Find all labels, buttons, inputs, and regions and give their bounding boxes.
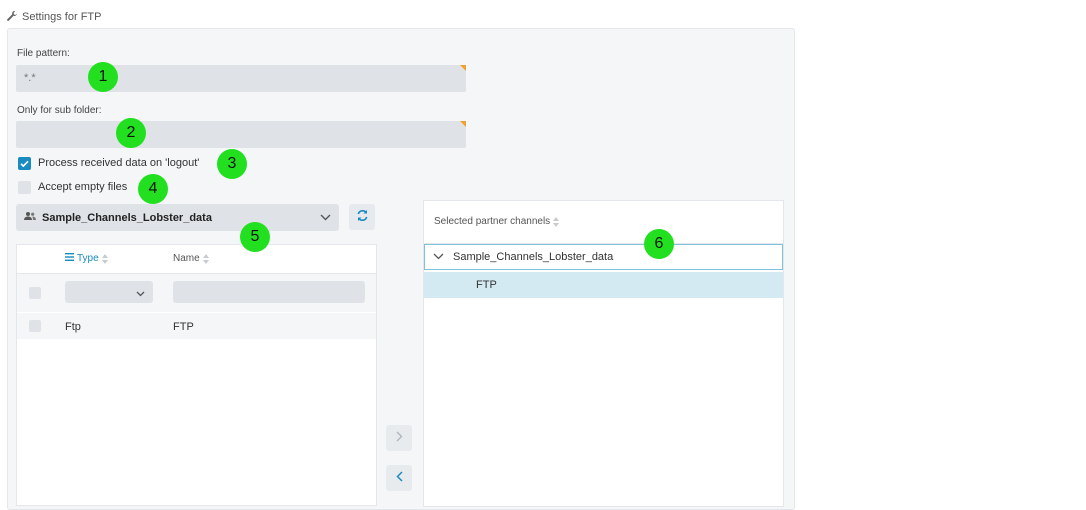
tree-item-row[interactable]: FTP (424, 272, 783, 298)
refresh-button[interactable] (349, 204, 375, 230)
filter-row-checkbox[interactable] (29, 287, 41, 299)
chevron-down-icon[interactable] (433, 251, 444, 263)
sub-folder-input[interactable] (16, 121, 466, 148)
chevron-left-icon (395, 471, 403, 485)
annotation-badge: 4 (138, 174, 168, 204)
process-logout-checkbox[interactable] (18, 157, 31, 170)
wrench-icon (6, 10, 18, 25)
annotation-badge: 5 (240, 222, 270, 252)
users-icon (24, 211, 36, 224)
partner-select[interactable]: Sample_Channels_Lobster_data (16, 204, 339, 231)
move-left-button[interactable] (386, 465, 412, 491)
sub-folder-label: Only for sub folder: (17, 105, 102, 116)
selected-channels-panel: Selected partner channels Sample_Channel… (423, 200, 784, 507)
move-right-button[interactable] (386, 425, 412, 451)
annotation-badge: 6 (644, 229, 674, 259)
annotation-badge: 3 (217, 149, 247, 179)
selected-channels-title[interactable]: Selected partner channels (434, 216, 560, 227)
row-type-cell: Ftp (65, 321, 81, 333)
check-icon (20, 160, 29, 168)
file-pattern-label: File pattern: (17, 48, 70, 59)
required-marker (460, 121, 466, 127)
tree-item-label: FTP (476, 279, 497, 291)
refresh-icon (356, 209, 369, 225)
filter-row (17, 274, 376, 312)
chevron-down-icon (136, 288, 145, 300)
table-row[interactable]: Ftp FTP (17, 312, 376, 339)
sort-icon (202, 253, 209, 264)
column-type-header[interactable]: Type (65, 253, 108, 264)
column-name-header[interactable]: Name (173, 253, 209, 264)
selected-channels-header: Selected partner channels (424, 201, 783, 244)
name-filter-input[interactable] (173, 281, 365, 303)
tree-group-label: Sample_Channels_Lobster_data (453, 251, 614, 263)
row-name-cell: FTP (173, 321, 194, 333)
column-name-label: Name (173, 253, 200, 264)
required-marker (460, 65, 466, 71)
page-title: Settings for FTP (22, 11, 102, 23)
tree-group-row[interactable]: Sample_Channels_Lobster_data (424, 244, 783, 270)
file-pattern-value: *.* (24, 72, 36, 84)
annotation-badge: 1 (88, 62, 118, 92)
annotation-badge: 2 (116, 118, 146, 148)
chevron-right-icon (396, 431, 403, 445)
sort-icon (553, 216, 560, 227)
column-type-label: Type (77, 253, 99, 264)
available-channels-table: Type Name Ftp FTP (16, 244, 377, 506)
type-filter-select[interactable] (65, 281, 153, 303)
process-logout-label: Process received data on 'logout' (38, 157, 200, 169)
page-header: Settings for FTP (6, 9, 101, 25)
accept-empty-checkbox[interactable] (18, 181, 31, 194)
sort-icon (101, 253, 108, 264)
filter-list-icon (65, 253, 74, 264)
selected-channels-label: Selected partner channels (434, 216, 551, 227)
accept-empty-label: Accept empty files (38, 181, 128, 193)
file-pattern-input[interactable]: *.* (16, 65, 466, 92)
chevron-down-icon (320, 212, 331, 224)
partner-select-value: Sample_Channels_Lobster_data (42, 211, 212, 224)
table-header: Type Name (17, 245, 376, 274)
row-checkbox[interactable] (29, 320, 41, 332)
